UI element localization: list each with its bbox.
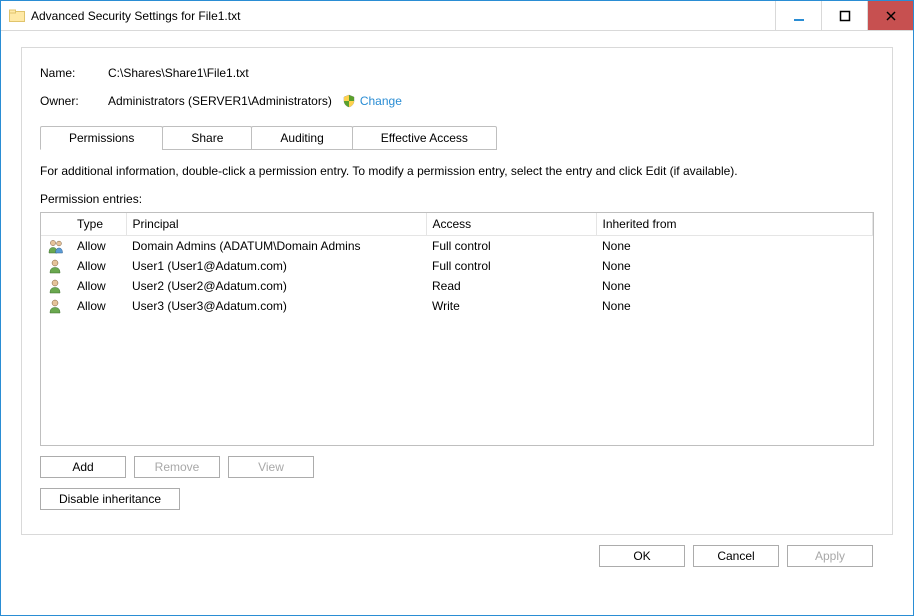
tab-label: Permissions <box>69 131 134 145</box>
group-icon <box>47 238 65 254</box>
col-inherited[interactable]: Inherited from <box>596 213 873 236</box>
tab-label: Share <box>191 131 223 145</box>
cancel-button[interactable]: Cancel <box>693 545 779 567</box>
cell-inherited: None <box>596 296 873 316</box>
window-controls <box>775 1 913 30</box>
content-area: Name: C:\Shares\Share1\File1.txt Owner: … <box>1 31 913 583</box>
entry-buttons-row: Add Remove View <box>40 456 874 478</box>
cell-access: Full control <box>426 236 596 257</box>
cell-access: Full control <box>426 256 596 276</box>
shield-icon <box>342 94 356 108</box>
user-icon <box>47 298 63 314</box>
dialog-buttons: OK Cancel Apply <box>21 535 893 567</box>
owner-label: Owner: <box>40 94 108 108</box>
info-text: For additional information, double-click… <box>40 164 874 178</box>
tabs: Permissions Share Auditing Effective Acc… <box>40 126 874 150</box>
inner-box: Name: C:\Shares\Share1\File1.txt Owner: … <box>21 47 893 535</box>
cell-principal: User1 (User1@Adatum.com) <box>126 256 426 276</box>
cell-principal: User3 (User3@Adatum.com) <box>126 296 426 316</box>
table-row[interactable]: AllowUser3 (User3@Adatum.com)WriteNone <box>41 296 873 316</box>
cell-inherited: None <box>596 256 873 276</box>
table-row[interactable]: AllowDomain Admins (ADATUM\Domain Admins… <box>41 236 873 257</box>
cell-type: Allow <box>71 236 126 257</box>
cell-type: Allow <box>71 296 126 316</box>
table-row[interactable]: AllowUser2 (User2@Adatum.com)ReadNone <box>41 276 873 296</box>
cell-inherited: None <box>596 236 873 257</box>
cell-principal: Domain Admins (ADATUM\Domain Admins <box>126 236 426 257</box>
add-button[interactable]: Add <box>40 456 126 478</box>
user-icon <box>47 258 63 274</box>
tab-share[interactable]: Share <box>162 126 252 150</box>
permission-entries-box[interactable]: Type Principal Access Inherited from All… <box>40 212 874 446</box>
tab-label: Effective Access <box>381 131 468 145</box>
apply-button[interactable]: Apply <box>787 545 873 567</box>
titlebar-left: Advanced Security Settings for File1.txt <box>1 8 240 24</box>
col-access[interactable]: Access <box>426 213 596 236</box>
window-title: Advanced Security Settings for File1.txt <box>31 9 240 23</box>
table-row[interactable]: AllowUser1 (User1@Adatum.com)Full contro… <box>41 256 873 276</box>
change-owner-link[interactable]: Change <box>360 94 402 108</box>
view-button[interactable]: View <box>228 456 314 478</box>
name-value: C:\Shares\Share1\File1.txt <box>108 66 249 80</box>
cell-access: Write <box>426 296 596 316</box>
permission-entries-label: Permission entries: <box>40 192 874 206</box>
col-type[interactable]: Type <box>71 213 126 236</box>
tab-effective-access[interactable]: Effective Access <box>352 126 497 150</box>
col-principal[interactable]: Principal <box>126 213 426 236</box>
permission-entries-table: Type Principal Access Inherited from All… <box>41 213 873 316</box>
cell-type: Allow <box>71 276 126 296</box>
table-header-row: Type Principal Access Inherited from <box>41 213 873 236</box>
maximize-button[interactable] <box>821 1 867 30</box>
remove-button[interactable]: Remove <box>134 456 220 478</box>
name-label: Name: <box>40 66 108 80</box>
cell-principal: User2 (User2@Adatum.com) <box>126 276 426 296</box>
owner-row: Owner: Administrators (SERVER1\Administr… <box>40 94 874 108</box>
close-button[interactable] <box>867 1 913 30</box>
tab-permissions[interactable]: Permissions <box>40 126 163 150</box>
folder-icon <box>9 8 25 24</box>
name-row: Name: C:\Shares\Share1\File1.txt <box>40 66 874 80</box>
tab-label: Auditing <box>280 131 323 145</box>
ok-button[interactable]: OK <box>599 545 685 567</box>
cell-type: Allow <box>71 256 126 276</box>
disable-inheritance-button[interactable]: Disable inheritance <box>40 488 180 510</box>
minimize-button[interactable] <box>775 1 821 30</box>
col-icon[interactable] <box>41 213 71 236</box>
user-icon <box>47 278 63 294</box>
owner-value: Administrators (SERVER1\Administrators) <box>108 94 332 108</box>
inheritance-row: Disable inheritance <box>40 488 874 510</box>
cell-access: Read <box>426 276 596 296</box>
tab-auditing[interactable]: Auditing <box>251 126 352 150</box>
titlebar: Advanced Security Settings for File1.txt <box>1 1 913 31</box>
cell-inherited: None <box>596 276 873 296</box>
